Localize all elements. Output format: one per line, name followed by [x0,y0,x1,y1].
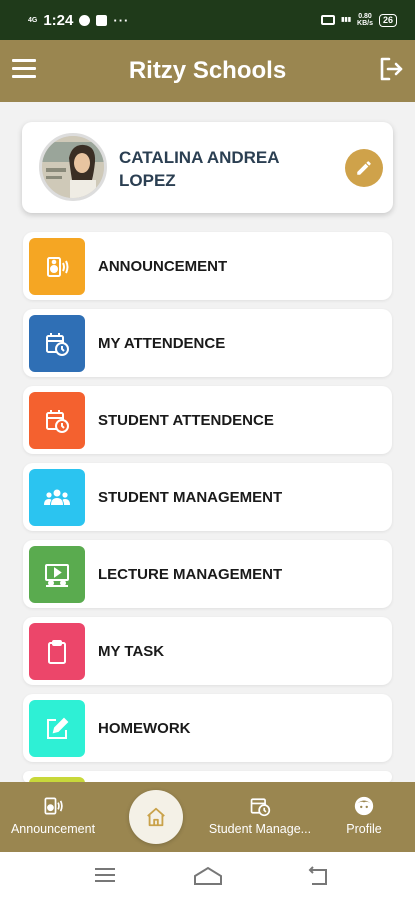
notification-icon [79,14,91,26]
menu-item-my-task[interactable]: MY TASK [23,617,392,685]
system-nav-bar [0,852,415,900]
network-speed-value: 0.80 [358,13,372,20]
status-left: 4G 1:24 ··· [28,12,129,29]
menu-item-lecture-management[interactable]: LECTURE MANAGEMENT [23,540,392,608]
speaker-icon [29,238,85,295]
nav-label: Profile [346,822,382,836]
nav-profile[interactable]: Profile [338,794,390,836]
menu-item-announcement[interactable]: ANNOUNCEMENT [23,232,392,300]
nav-label: Student Manage... [208,822,312,836]
speaker-icon [41,794,65,818]
menu-item-label: STUDENT ATTENDENCE [98,412,274,429]
logout-icon[interactable] [377,55,405,83]
dashboard-menu: ANNOUNCEMENT MY ATTENDENCE STUDENT ATTEN… [23,232,392,792]
menu-item-student-attendence[interactable]: STUDENT ATTENDENCE [23,386,392,454]
pencil-icon[interactable] [345,149,383,187]
nav-announcement[interactable]: Announcement [8,794,98,836]
avatar [39,133,107,201]
network-indicator: 4G [28,16,38,24]
bottom-nav: Announcement Student Manage... Profile [0,782,415,852]
menu-item-label: MY ATTENDENCE [98,335,226,352]
app-bar: Ritzy Schools [0,40,415,102]
back-icon[interactable] [306,866,328,891]
hamburger-menu-icon[interactable] [12,59,36,81]
menu-item-label: ANNOUNCEMENT [98,258,228,275]
network-speed-unit: KB/s [357,20,373,27]
menu-item-label: STUDENT MANAGEMENT [98,489,283,506]
calendar-clock-icon [29,392,85,449]
menu-item-my-attendence[interactable]: MY ATTENDENCE [23,309,392,377]
profile-face-icon [352,794,376,818]
recent-apps-icon[interactable] [94,866,116,889]
status-bar: 4G 1:24 ··· ▮▮▮ 0.80 KB/s 26 [0,0,415,40]
profile-card: CATALINA ANDREA LOPEZ [22,122,393,213]
app-notification-icon [96,14,108,26]
app-title: Ritzy Schools [128,57,287,84]
home-icon[interactable] [129,790,183,844]
signal-icon: ▮▮▮ [341,17,352,23]
nav-label: Announcement [10,822,96,836]
calendar-clock-icon [248,794,272,818]
status-right: ▮▮▮ 0.80 KB/s 26 [321,13,397,27]
menu-item-student-management[interactable]: STUDENT MANAGEMENT [23,463,392,531]
network-speed: 0.80 KB/s [357,13,373,27]
nav-student-management[interactable]: Student Manage... [204,794,316,836]
home-nav-icon[interactable] [193,866,223,891]
menu-item-label: LECTURE MANAGEMENT [98,566,283,583]
profile-name: CATALINA ANDREA LOPEZ [119,148,279,190]
menu-item-label: HOMEWORK [98,720,191,737]
vibrate-icon [321,15,336,25]
status-time: 1:24 [43,11,74,29]
battery-level: 26 [382,14,393,25]
edit-square-icon [29,700,85,757]
group-icon [29,469,85,526]
battery-icon: 26 [378,13,397,27]
menu-item-label: MY TASK [98,643,165,660]
presentation-icon [29,546,85,603]
clipboard-icon [29,623,85,680]
menu-item-homework[interactable]: HOMEWORK [23,694,392,762]
calendar-clock-icon [29,315,85,372]
more-notifications-icon: ··· [113,12,130,28]
